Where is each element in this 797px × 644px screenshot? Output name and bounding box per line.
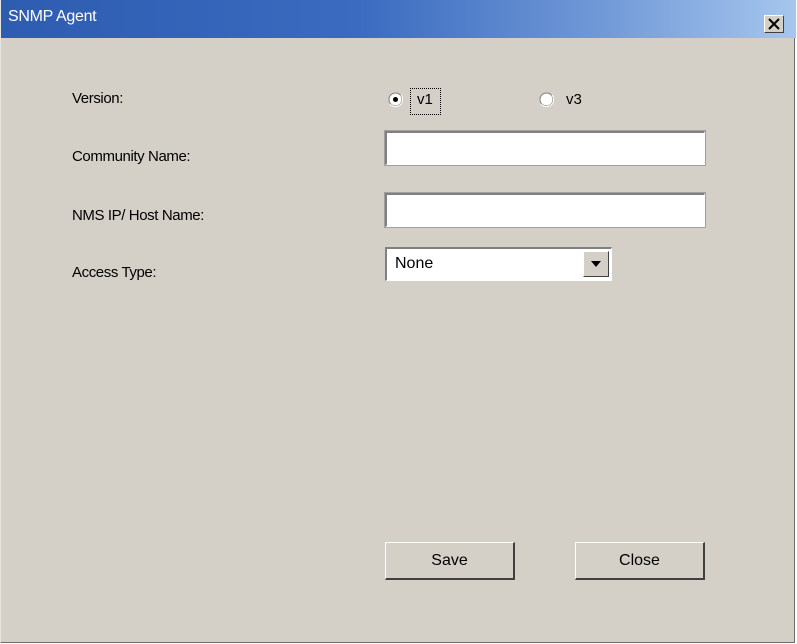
nms-host-field[interactable] <box>384 192 706 228</box>
save-button[interactable]: Save <box>385 542 515 580</box>
nms-host-label: NMS IP/ Host Name: <box>72 207 204 224</box>
radio-v1[interactable] <box>388 92 403 107</box>
chevron-down-icon <box>591 261 601 267</box>
close-button[interactable]: Close <box>575 542 705 580</box>
access-type-select[interactable]: None <box>385 247 612 281</box>
access-type-dropdown-button[interactable] <box>583 251 609 277</box>
community-name-field[interactable] <box>384 130 706 166</box>
snmp-agent-dialog: SNMP Agent Version: v1 v3 Community Name… <box>0 0 796 643</box>
radio-v1-label[interactable]: v1 <box>417 91 433 109</box>
close-window-button[interactable] <box>764 15 784 33</box>
access-type-label: Access Type: <box>72 264 157 281</box>
community-name-label: Community Name: <box>72 148 191 165</box>
radio-v3-label[interactable]: v3 <box>566 91 582 109</box>
access-type-value: None <box>395 255 434 272</box>
title-bar[interactable]: SNMP Agent <box>1 0 796 38</box>
window-title: SNMP Agent <box>8 8 97 25</box>
radio-v3[interactable] <box>539 92 554 107</box>
version-label: Version: <box>72 90 123 107</box>
close-x-icon <box>768 18 780 30</box>
